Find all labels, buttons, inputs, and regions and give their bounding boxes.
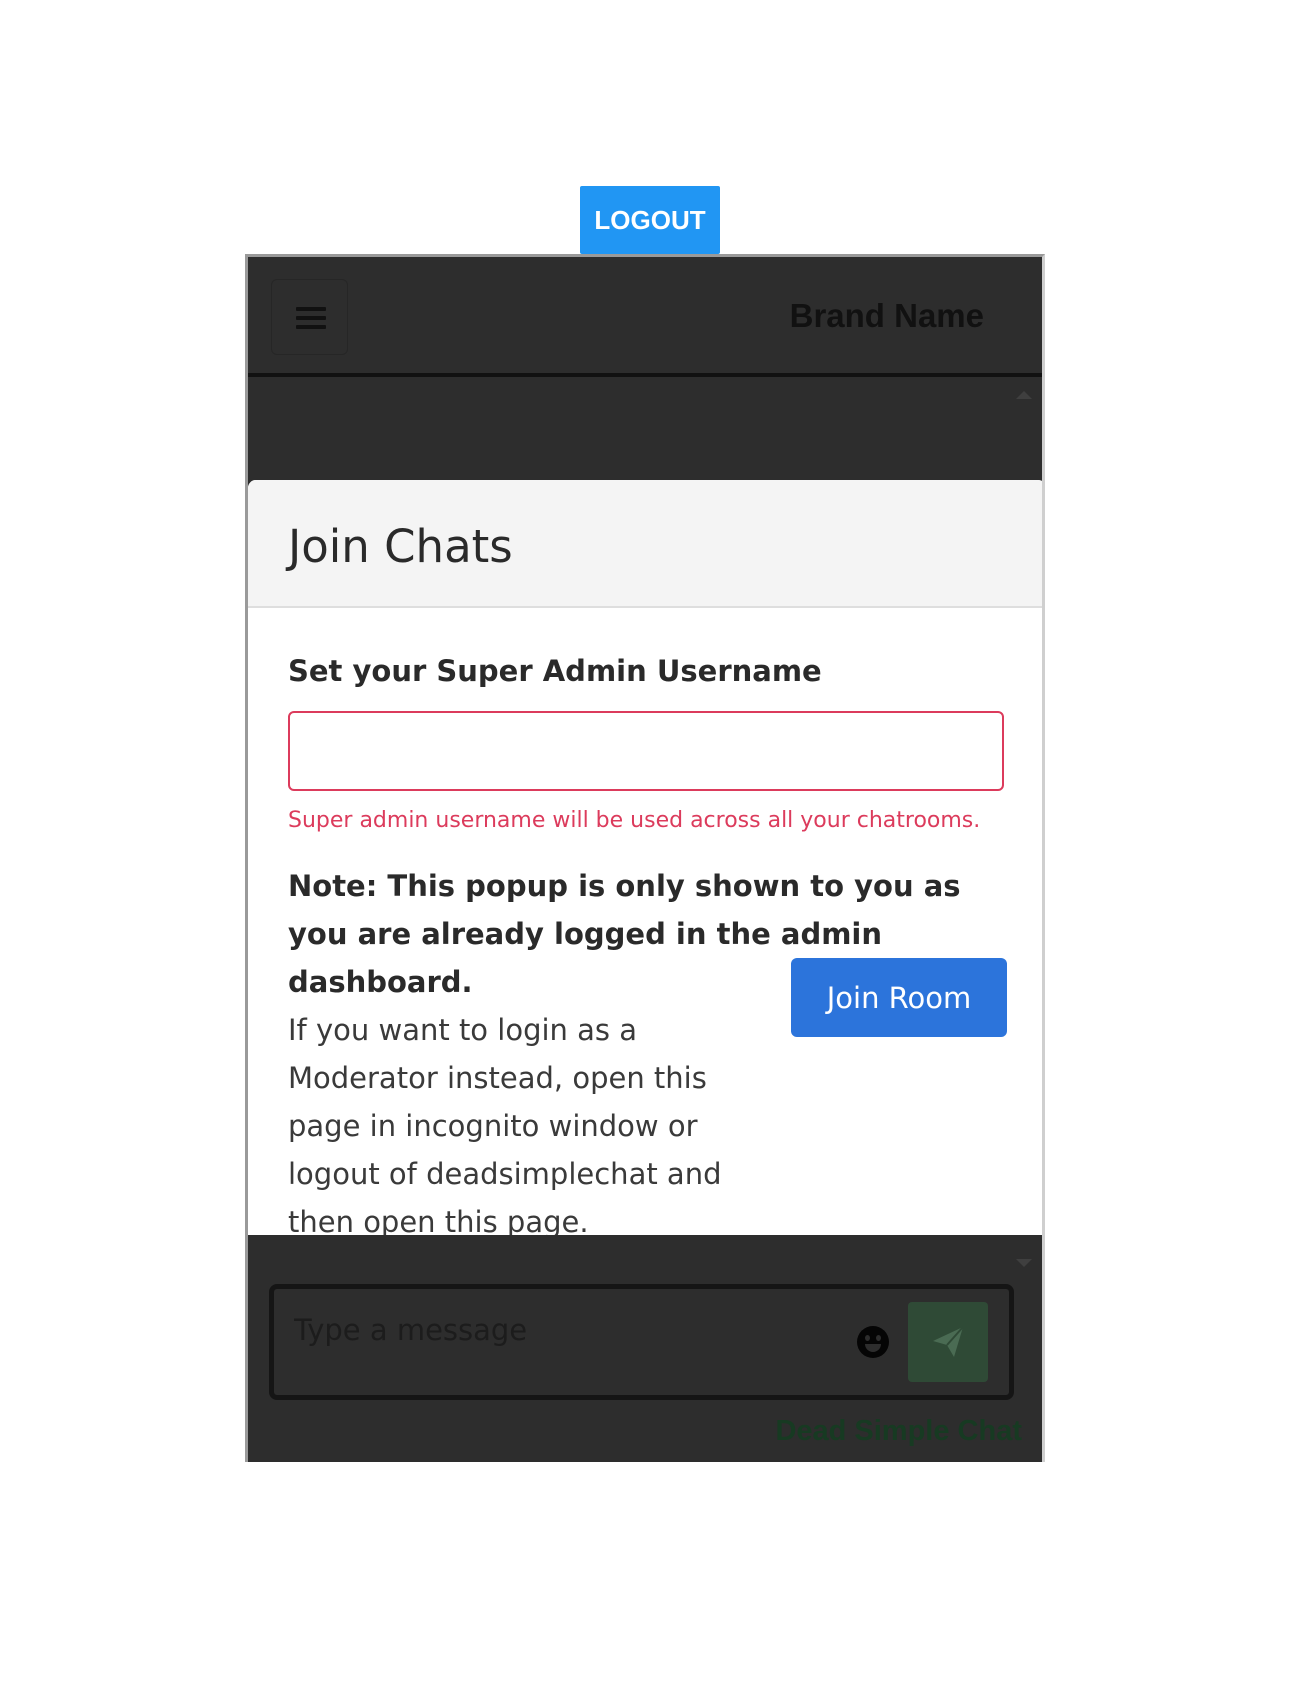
username-label: Set your Super Admin Username (288, 654, 822, 688)
chat-widget: Brand Name Join Chats Set your Super Adm… (245, 254, 1045, 1462)
message-composer (269, 1284, 1014, 1400)
join-room-button[interactable]: Join Room (791, 958, 1007, 1037)
username-help-text: Super admin username will be used across… (288, 808, 981, 833)
modal-title: Join Chats (288, 520, 513, 573)
note-text: If you want to login as a Moderator inst… (288, 1013, 722, 1235)
message-input[interactable] (292, 1307, 836, 1353)
send-button[interactable] (908, 1302, 988, 1382)
menu-toggle-button[interactable] (271, 279, 348, 355)
smiley-icon[interactable] (857, 1326, 889, 1358)
modal-header: Join Chats (248, 480, 1042, 608)
logout-button[interactable]: LOGOUT (580, 186, 720, 254)
powered-by-link[interactable]: Dead Simple Chat (775, 1415, 1022, 1448)
paper-plane-icon (933, 1326, 964, 1357)
page: LOGOUT Brand Name Join Chats Set your Su… (0, 0, 1313, 1697)
scroll-down-icon[interactable] (1016, 1259, 1032, 1267)
brand-name: Brand Name (789, 297, 984, 334)
scroll-up-icon[interactable] (1016, 391, 1032, 399)
join-chats-modal: Join Chats Set your Super Admin Username… (248, 480, 1042, 1235)
note-block: Note: This popup is only shown to you as… (288, 862, 1008, 1235)
navbar: Brand Name (248, 257, 1042, 377)
super-admin-username-input[interactable] (288, 711, 1004, 791)
